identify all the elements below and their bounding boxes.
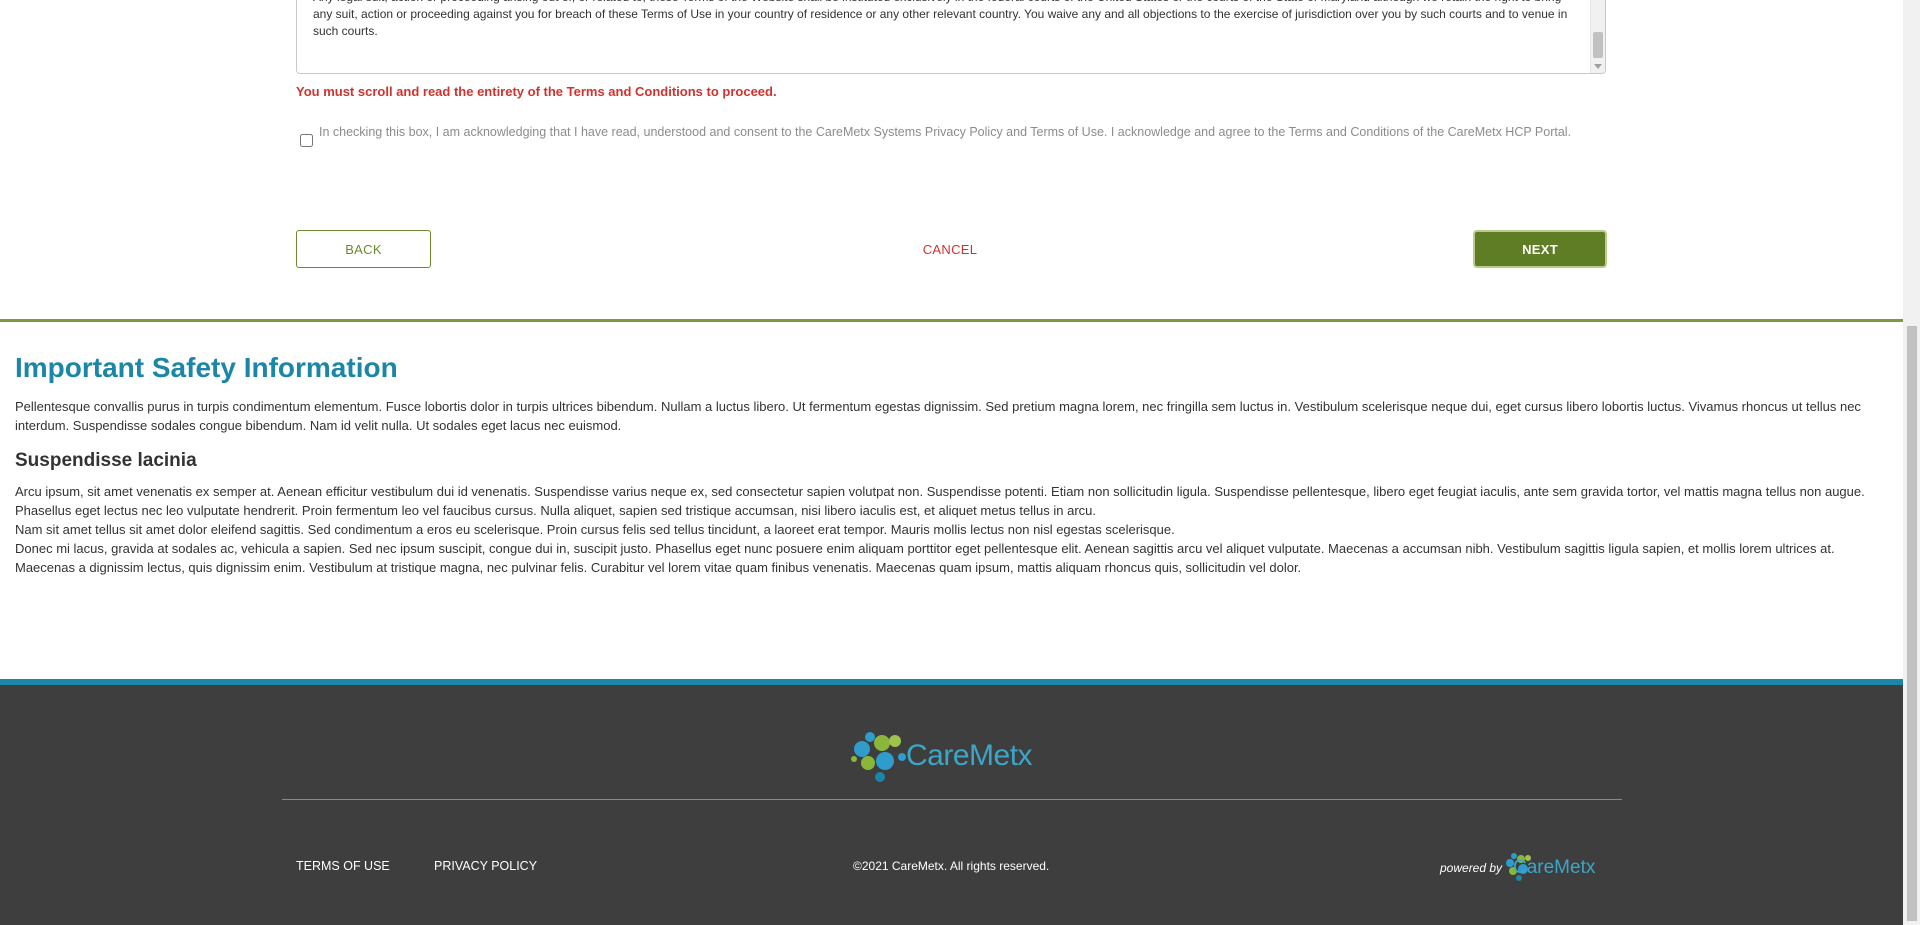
consent-row: In checking this box, I am acknowledging… — [298, 124, 1588, 147]
powered-by-logo: powered by CareMetx — [1440, 847, 1610, 887]
isi-paragraph: Arcu ipsum, sit amet venenatis ex semper… — [15, 484, 1865, 518]
isi-title: Important Safety Information — [15, 352, 398, 383]
footer: CareMetx TERMS OF USE PRIVACY POLICY ©20… — [0, 679, 1903, 925]
page: Any legal suit, action or proceeding ari… — [0, 0, 1920, 925]
logo-wordmark: CareMetx — [906, 739, 1033, 772]
cancel-button[interactable]: CANCEL — [880, 230, 1020, 268]
caremetx-bubbles-logo-icon — [851, 732, 906, 782]
terms-scroll-box[interactable]: Any legal suit, action or proceeding ari… — [296, 0, 1606, 74]
consent-label: In checking this box, I am acknowledging… — [319, 125, 1572, 139]
isi-subtitle: Suspendisse lacinia — [15, 450, 197, 471]
page-scrollbar-thumb[interactable] — [1907, 326, 1917, 921]
caremetx-logo: CareMetx — [850, 723, 1060, 787]
page-scrollbar[interactable] — [1903, 0, 1920, 925]
footer-divider — [282, 799, 1622, 800]
section-divider — [0, 319, 1903, 322]
isi-paragraph: Donec mi lacus, gravida at sodales ac, v… — [15, 541, 1835, 575]
isi-body: Arcu ipsum, sit amet venenatis ex semper… — [15, 482, 1885, 577]
scroll-warning: You must scroll and read the entirety of… — [296, 84, 777, 99]
isi-paragraph: Nam sit amet tellus sit amet dolor eleif… — [15, 522, 1175, 537]
terms-scrollbar[interactable] — [1590, 0, 1605, 73]
isi-intro: Pellentesque convallis purus in turpis c… — [15, 399, 1861, 433]
powered-by-label: powered by — [1440, 861, 1503, 875]
terms-text: Any legal suit, action or proceeding ari… — [313, 0, 1568, 38]
back-button[interactable]: BACK — [296, 230, 431, 268]
next-button[interactable]: NEXT — [1473, 230, 1607, 268]
consent-checkbox[interactable] — [300, 134, 313, 147]
scroll-down-arrow-icon[interactable] — [1594, 64, 1602, 69]
privacy-policy-link[interactable]: PRIVACY POLICY — [434, 859, 537, 873]
terms-of-use-link[interactable]: TERMS OF USE — [296, 859, 390, 873]
powered-by-wordmark: CareMetx — [1513, 857, 1596, 878]
copyright-text: ©2021 CareMetx. All rights reserved. — [853, 859, 1050, 873]
terms-scrollbar-thumb[interactable] — [1593, 32, 1603, 58]
